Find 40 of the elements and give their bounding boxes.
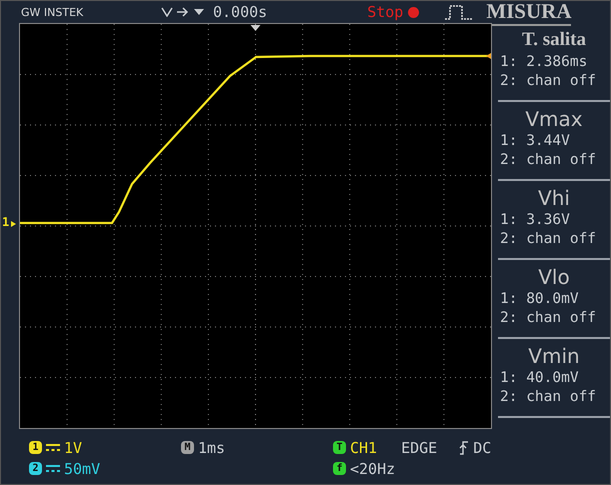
timebase-badge: M xyxy=(181,441,194,454)
marker-arrow-icon xyxy=(11,221,16,227)
trigger-position-icons xyxy=(161,7,207,17)
channel-2-reading: 2: chan off xyxy=(500,388,598,407)
timebase-value: 1ms xyxy=(198,438,226,456)
channel-marker: 1 xyxy=(2,215,10,229)
trigger-marker-icon xyxy=(250,25,260,31)
channel-1-reading: 1: 3.44V xyxy=(500,132,571,151)
channel-badge: 1 xyxy=(29,441,42,454)
trigger-type: EDGE xyxy=(401,438,438,456)
run-state[interactable]: Stop xyxy=(367,3,404,21)
measurement-name: Vmin xyxy=(527,343,581,369)
rising-edge-icon xyxy=(459,440,470,454)
measurement-name: Vmax xyxy=(524,106,584,132)
dc-coupling-icon xyxy=(46,444,60,452)
filter-value: <20Hz xyxy=(350,460,396,478)
channel-1-reading: 1: 80.0mV xyxy=(500,290,580,309)
trigger-coupling: DC xyxy=(473,438,492,456)
channel-2-reading: 2: chan off xyxy=(500,230,598,249)
brand-logo: GW INSTEK xyxy=(21,6,84,18)
channel-1-reading: 1: 3.36V xyxy=(500,211,571,230)
square-wave-icon xyxy=(444,4,474,20)
channel-2-reading: 2: chan off xyxy=(500,151,598,170)
channel-scale: 1V xyxy=(64,438,82,456)
trigger-level-icon xyxy=(486,53,491,59)
measurement-name: T. salita xyxy=(520,28,588,52)
trigger-badge: T xyxy=(333,441,346,454)
trigger-position-value: 0.000s xyxy=(213,3,268,21)
filter-badge: f xyxy=(333,462,346,475)
channel-badge: 2 xyxy=(29,462,42,475)
trigger-source: CH1 xyxy=(350,438,378,456)
stop-dot-icon xyxy=(407,6,420,18)
measurement-name: Vlo xyxy=(537,264,571,290)
channel-scale: 50mV xyxy=(64,460,100,478)
measurement-name: Vhi xyxy=(537,185,571,211)
channel-1-reading: 1: 40.0mV xyxy=(500,369,580,388)
channel-2-reading: 2: chan off xyxy=(500,309,598,328)
dc-coupling-icon xyxy=(46,464,60,472)
channel-1-reading: 1: 2.386ms xyxy=(500,53,588,72)
channel-2-reading: 2: chan off xyxy=(500,72,598,91)
